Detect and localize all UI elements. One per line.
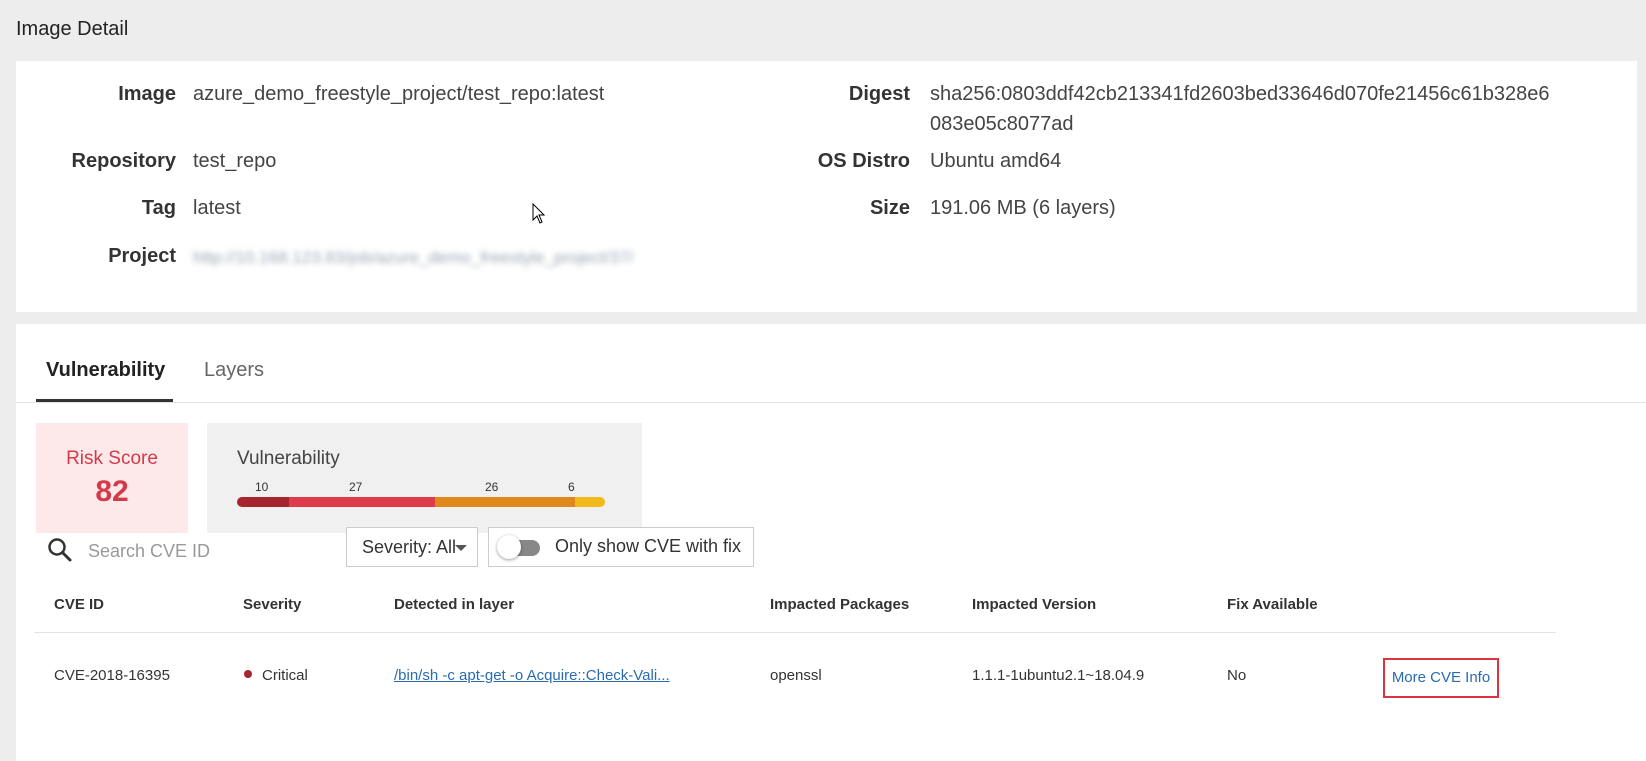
tab-vulnerability[interactable]: Vulnerability bbox=[36, 349, 175, 389]
os-distro-value: Ubuntu amd64 bbox=[930, 150, 1062, 172]
column-header-severity[interactable]: Severity bbox=[243, 596, 301, 613]
column-header-cve-id[interactable]: CVE ID bbox=[54, 596, 104, 613]
vulnerability-card: Vulnerability Layers Risk Score 82 Vulne… bbox=[16, 324, 1646, 761]
mouse-cursor-icon bbox=[532, 203, 546, 224]
image-label: Image bbox=[118, 83, 176, 105]
fix-filter-toggle[interactable]: Only show CVE with fix bbox=[488, 527, 754, 567]
risk-score-value: 82 bbox=[95, 475, 129, 508]
tabs-divider bbox=[16, 402, 1646, 403]
image-value: azure_demo_freestyle_project/test_repo:l… bbox=[193, 83, 605, 105]
version-cell: 1.1.1-1ubuntu2.1~18.04.9 bbox=[972, 667, 1145, 684]
toggle-knob[interactable] bbox=[497, 535, 521, 559]
vulnerability-summary-title: Vulnerability bbox=[237, 448, 340, 469]
table-header-divider bbox=[34, 632, 1556, 633]
column-header-layer[interactable]: Detected in layer bbox=[394, 596, 514, 613]
search-icon bbox=[48, 538, 72, 562]
critical-dot-icon bbox=[244, 670, 252, 678]
project-label: Project bbox=[108, 245, 176, 267]
repository-value: test_repo bbox=[193, 150, 277, 172]
column-header-fix[interactable]: Fix Available bbox=[1227, 596, 1318, 613]
critical-bar bbox=[237, 497, 289, 507]
high-count: 27 bbox=[349, 480, 363, 494]
tag-label: Tag bbox=[141, 197, 176, 219]
risk-score-box: Risk Score 82 bbox=[36, 423, 188, 533]
image-details-card: Image azure_demo_freestyle_project/test_… bbox=[16, 61, 1637, 312]
tag-value: latest bbox=[193, 197, 241, 219]
severity-text: Critical bbox=[262, 667, 308, 684]
low-bar bbox=[575, 497, 605, 507]
digest-value: sha256:0803ddf42cb213341fd2603bed33646d0… bbox=[930, 79, 1550, 139]
page-header: Image Detail bbox=[0, 0, 1646, 60]
column-header-version[interactable]: Impacted Version bbox=[972, 596, 1096, 613]
digest-value-line1: sha256:0803ddf42cb213341fd2603bed33646d0… bbox=[930, 83, 1550, 105]
os-distro-label: OS Distro bbox=[817, 150, 910, 172]
severity-filter-select[interactable]: Severity: All bbox=[346, 527, 478, 567]
fix-cell: No bbox=[1227, 667, 1247, 684]
project-value: http://10.168.123.83/job/azure_demo_free… bbox=[193, 248, 634, 267]
package-cell: openssl bbox=[770, 667, 822, 684]
search-cve-input[interactable] bbox=[86, 534, 290, 568]
high-bar bbox=[289, 497, 435, 507]
column-header-packages[interactable]: Impacted Packages bbox=[770, 596, 909, 613]
critical-count: 10 bbox=[255, 480, 269, 494]
size-value: 191.06 MB (6 layers) bbox=[930, 197, 1116, 219]
medium-count: 26 bbox=[485, 480, 499, 494]
digest-label: Digest bbox=[848, 83, 910, 105]
severity-cell: Critical bbox=[244, 667, 308, 684]
more-cve-info-button[interactable]: More CVE Info bbox=[1383, 658, 1499, 698]
tab-layers[interactable]: Layers bbox=[194, 349, 274, 389]
chevron-down-icon bbox=[455, 545, 467, 551]
fix-filter-label: Only show CVE with fix bbox=[555, 536, 742, 556]
medium-bar bbox=[435, 497, 575, 507]
low-count: 6 bbox=[568, 480, 575, 494]
size-label: Size bbox=[869, 197, 910, 219]
risk-score-label: Risk Score bbox=[66, 448, 158, 469]
cve-id-cell: CVE-2018-16395 bbox=[54, 667, 170, 684]
digest-value-line2: 083e05c8077ad bbox=[930, 113, 1074, 135]
page-title: Image Detail bbox=[16, 18, 129, 40]
vulnerability-summary-box: Vulnerability 10 27 26 6 bbox=[207, 423, 642, 533]
repository-label: Repository bbox=[71, 150, 176, 172]
severity-filter-label: Severity: All bbox=[362, 537, 457, 557]
layer-link[interactable]: /bin/sh -c apt-get -o Acquire::Check-Val… bbox=[394, 667, 670, 684]
